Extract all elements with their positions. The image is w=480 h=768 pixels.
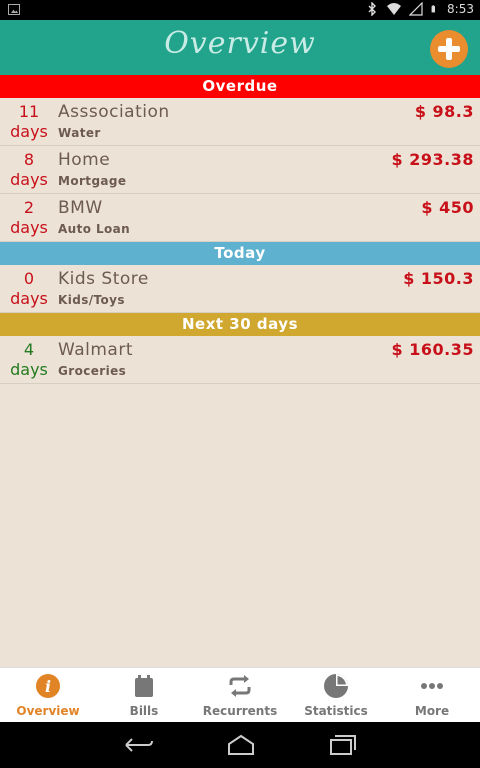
battery-icon [431,5,436,13]
wifi-icon [387,3,402,15]
bill-name: Kids Store [58,269,149,289]
calendar-icon [135,675,153,697]
days-label: days [10,170,48,189]
app-bar: Overview [0,20,480,75]
more-dots-icon [421,683,443,689]
days-count: 2 [23,198,35,217]
days-label: days [10,218,48,237]
tab-overview[interactable]: i Overview [0,668,96,722]
info-icon: i [36,674,60,698]
back-icon[interactable] [124,734,154,756]
page-title: Overview [164,26,316,61]
bill-row[interactable]: 2 days BMW Auto Loan $ 450 [0,194,480,242]
section-header: Overdue [0,75,480,98]
days-label: days [10,122,48,141]
bill-name: Asssociation [58,102,170,122]
bill-name: Walmart [58,340,133,360]
recent-apps-icon[interactable] [328,734,358,756]
status-time: 8:53 [447,2,474,16]
tab-bills[interactable]: Bills [96,668,192,722]
tab-label: More [414,704,450,718]
image-notification-icon [8,4,20,15]
bill-category: Groceries [58,364,127,378]
bill-amount: $ 98.3 [414,102,474,121]
bill-name: BMW [58,198,103,218]
bill-row[interactable]: 11 days Asssociation Water $ 98.3 [0,98,480,146]
bill-list: Overdue 11 days Asssociation Water $ 98.3 8 day… [0,75,480,667]
bill-amount: $ 150.3 [403,269,474,288]
tab-label: Recurrents [202,704,278,718]
pie-chart-icon [324,674,348,698]
bill-category: Mortgage [58,174,127,188]
days-count: 8 [23,150,35,169]
add-bill-button[interactable] [430,30,468,68]
home-icon[interactable] [226,734,256,756]
tab-label: Statistics [304,704,368,718]
days-label: days [10,360,48,379]
bill-category: Auto Loan [58,222,131,236]
status-bar: 8:53 [0,0,480,20]
tab-label: Bills [129,704,159,718]
days-count: 4 [23,340,35,359]
bill-amount: $ 160.35 [391,340,474,359]
bill-amount: $ 450 [421,198,474,217]
signal-icon [409,2,423,16]
bill-category: Water [58,126,101,140]
section-header: Next 30 days [0,313,480,336]
bill-row[interactable]: 8 days Home Mortgage $ 293.38 [0,146,480,194]
svg-text:i: i [45,677,51,696]
tab-statistics[interactable]: Statistics [288,668,384,722]
bill-category: Kids/Toys [58,293,125,307]
tab-bar: i Overview Bills Recurrents Statistics M… [0,667,480,722]
tab-recurrents[interactable]: Recurrents [192,668,288,722]
bluetooth-icon [368,2,377,16]
status-icons: 8:53 [365,2,474,16]
bill-amount: $ 293.38 [391,150,474,169]
repeat-icon [229,675,251,697]
days-count: 0 [23,269,35,288]
bill-name: Home [58,150,111,170]
tab-label: Overview [16,704,80,718]
days-count: 11 [18,102,40,121]
days-label: days [10,289,48,308]
system-nav-bar [0,722,480,768]
bill-row[interactable]: 4 days Walmart Groceries $ 160.35 [0,336,480,384]
tab-more[interactable]: More [384,668,480,722]
section-header: Today [0,242,480,265]
bill-row[interactable]: 0 days Kids Store Kids/Toys $ 150.3 [0,265,480,313]
